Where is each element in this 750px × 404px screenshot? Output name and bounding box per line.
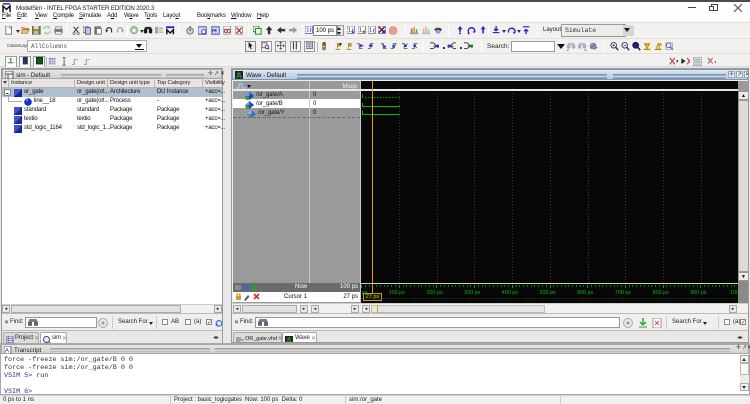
svg-text:1: 1 <box>369 27 372 33</box>
svg-text:1: 1 <box>348 27 351 33</box>
svg-text:1: 1 <box>306 27 309 33</box>
svg-text:A: A <box>5 349 9 355</box>
svg-text:1: 1 <box>359 27 362 33</box>
